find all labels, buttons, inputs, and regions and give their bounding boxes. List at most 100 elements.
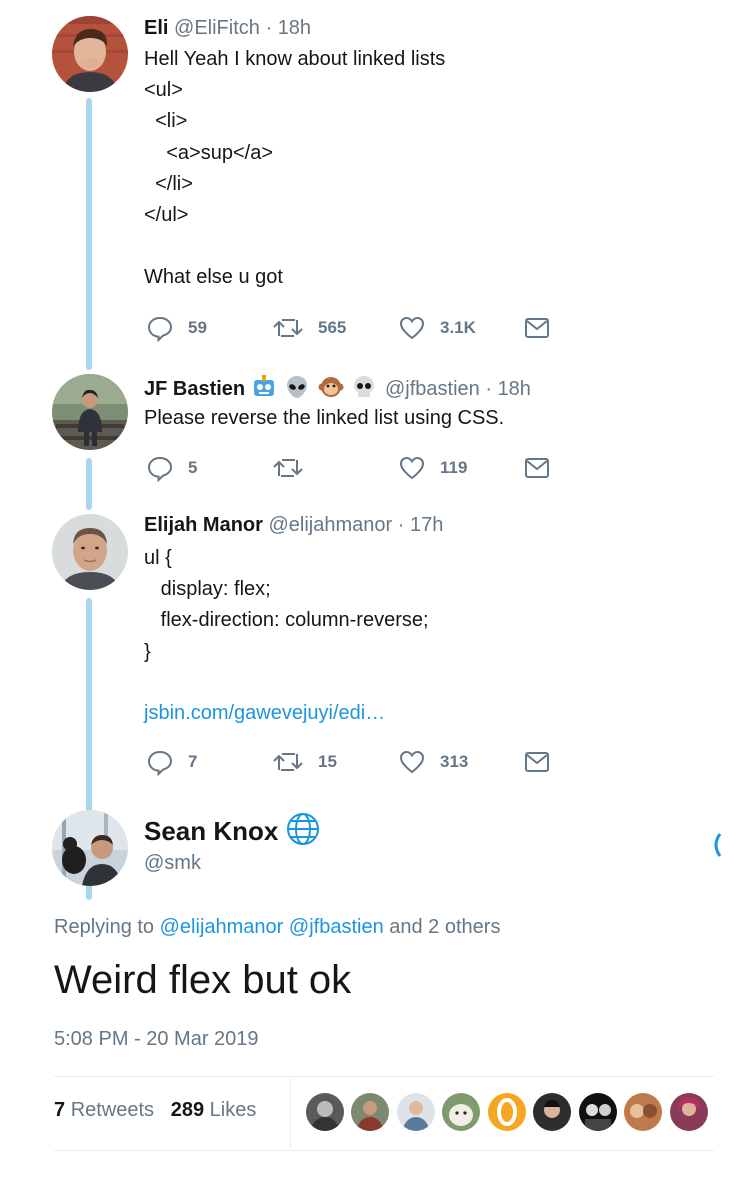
heart-icon — [399, 316, 425, 340]
retweet-icon — [273, 319, 303, 337]
reply-count: 5 — [188, 458, 198, 477]
retweet-icon — [273, 753, 303, 771]
likes-count: 289 — [170, 1099, 205, 1121]
reply-mention-jfbastien[interactable]: @jfbastien — [289, 916, 384, 938]
liker-avatar-image — [306, 1093, 344, 1131]
liker-avatar-image — [533, 1093, 571, 1131]
heart-icon — [399, 456, 425, 480]
retweet-icon — [273, 459, 303, 477]
tweet-elijah-manor[interactable]: Elijah Manor @elijahmanor · 17h ul { dis… — [0, 490, 744, 900]
like-button[interactable]: 119 — [398, 454, 467, 482]
liker-avatar[interactable] — [306, 1093, 344, 1131]
separator-dot: · — [397, 514, 405, 536]
envelope-icon — [525, 752, 549, 772]
likes-label: Likes — [209, 1099, 257, 1121]
liker-avatar[interactable] — [488, 1093, 526, 1131]
tweet-timestamp[interactable]: 5:08 PM - 20 Mar 2019 — [54, 1028, 259, 1051]
liker-avatar[interactable] — [533, 1093, 571, 1131]
replying-prefix: Replying to — [54, 916, 155, 938]
envelope-icon — [525, 318, 549, 338]
tweet-actions: 7 15 313 — [144, 748, 564, 776]
reply-icon — [147, 456, 173, 482]
tweet-jf-bastien[interactable]: JF Bastien @jfbastien · 18h Please rever… — [0, 350, 744, 510]
robot-emoji-icon — [253, 375, 274, 396]
liker-avatar[interactable] — [397, 1093, 435, 1131]
like-button[interactable]: 313 — [398, 748, 468, 776]
retweet-button[interactable]: 565 — [272, 314, 346, 342]
avatar-elijah-manor-image — [52, 514, 128, 590]
tweet-body: ul { display: flex; flex-direction: colu… — [144, 547, 429, 663]
author-handle[interactable]: @elijahmanor — [268, 514, 392, 536]
tweet-header: Eli @EliFitch · 18h — [144, 17, 311, 40]
liker-avatar-image — [624, 1093, 662, 1131]
like-count: 3.1K — [440, 318, 476, 337]
separator-dot: · — [485, 378, 492, 400]
divider-top — [54, 1076, 714, 1077]
tweet-header: Elijah Manor @elijahmanor · 17h — [144, 514, 443, 537]
skull-emoji-icon — [354, 376, 375, 397]
liker-avatar[interactable] — [624, 1093, 662, 1131]
reply-button[interactable]: 59 — [146, 314, 207, 342]
likes-stat[interactable]: 289 Likes — [171, 1099, 257, 1121]
liker-avatar[interactable] — [579, 1093, 617, 1131]
avatar-elijah-manor[interactable] — [52, 514, 128, 590]
liker-avatar-image — [442, 1093, 480, 1131]
like-count: 313 — [440, 752, 469, 771]
separator-dot: · — [265, 17, 273, 39]
reply-mention-elijahmanor[interactable]: @elijahmanor — [160, 916, 284, 938]
direct-message-button[interactable] — [524, 454, 550, 482]
button-edge-icon — [714, 833, 722, 857]
reply-count: 59 — [188, 318, 207, 337]
author-name[interactable]: JF Bastien — [144, 378, 245, 400]
tweet-header: JF Bastien @jfbastien · 18h — [144, 374, 531, 401]
tweet-time[interactable]: 18h — [498, 378, 531, 400]
liker-avatar[interactable] — [442, 1093, 480, 1131]
main-tweet-text: Weird flex but ok — [54, 958, 352, 1002]
tweet-time[interactable]: 18h — [278, 17, 311, 39]
thread-line — [86, 98, 92, 370]
tweet-body: Hell Yeah I know about linked lists <ul>… — [144, 48, 446, 289]
avatar-jf-bastien[interactable] — [52, 374, 128, 450]
retweets-label: Retweets — [70, 1099, 155, 1121]
tweet-eli[interactable]: Eli @EliFitch · 18h Hell Yeah I know abo… — [0, 0, 744, 370]
author-handle[interactable]: @jfbastien — [385, 378, 480, 400]
retweets-stat[interactable]: 7 Retweets — [54, 1099, 154, 1121]
direct-message-button[interactable] — [524, 314, 550, 342]
reply-button[interactable]: 7 — [146, 748, 197, 776]
retweets-count: 7 — [54, 1099, 66, 1121]
author-name[interactable]: Eli — [144, 17, 168, 39]
liker-avatar[interactable] — [670, 1093, 708, 1131]
liker-avatar[interactable] — [351, 1093, 389, 1131]
replying-others[interactable]: and 2 others — [389, 916, 500, 938]
globe-icon — [287, 813, 320, 845]
thread-line — [86, 598, 92, 900]
author-name[interactable]: Elijah Manor — [144, 514, 263, 536]
retweet-count: 15 — [318, 752, 337, 771]
tweet-actions: 59 565 3.1K — [144, 314, 564, 342]
retweet-button[interactable] — [272, 454, 318, 482]
author-handle[interactable]: @EliFitch — [174, 17, 260, 39]
reply-icon — [147, 316, 173, 342]
stats-divider — [290, 1078, 291, 1148]
reply-button[interactable]: 5 — [146, 454, 197, 482]
reply-count: 7 — [188, 752, 198, 771]
follow-button-edge[interactable] — [708, 832, 722, 858]
avatar-eli-image — [52, 16, 128, 92]
liker-avatar-image — [351, 1093, 389, 1131]
tweet-link[interactable]: jsbin.com/gawevejuyi/edi… — [144, 698, 385, 729]
like-button[interactable]: 3.1K — [398, 314, 476, 342]
alien-emoji-icon — [287, 376, 308, 398]
main-author-handle[interactable]: @smk — [144, 852, 201, 875]
liker-avatar-image — [670, 1093, 708, 1131]
main-author-name-text[interactable]: Sean Knox — [144, 816, 278, 846]
heart-icon — [399, 750, 425, 774]
direct-message-button[interactable] — [524, 748, 550, 776]
tweet-body: Please reverse the linked list using CSS… — [144, 407, 505, 429]
avatar-eli[interactable] — [52, 16, 128, 92]
tweet-time[interactable]: 17h — [410, 514, 443, 536]
engagement-stats: 7 Retweets 289 Likes — [54, 1099, 256, 1122]
retweet-button[interactable]: 15 — [272, 748, 337, 776]
main-author-name[interactable]: Sean Knox — [144, 812, 320, 847]
liker-avatar-image — [488, 1093, 526, 1131]
avatar-jf-bastien-image — [52, 374, 128, 450]
